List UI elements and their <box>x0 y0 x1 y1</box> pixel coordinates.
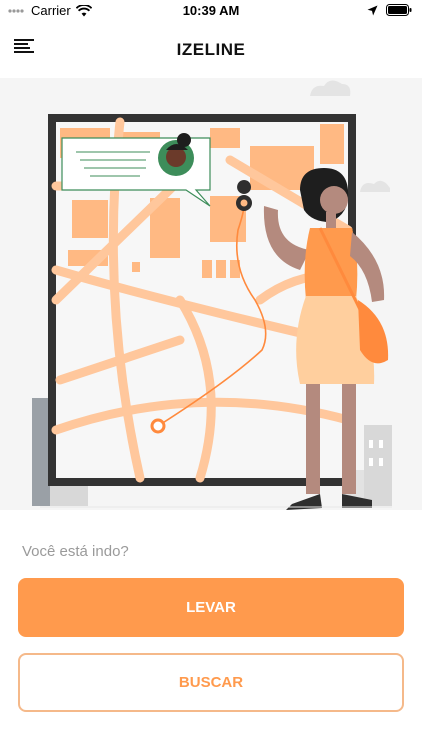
home-indicator-area <box>0 740 422 750</box>
levar-button-label: LEVAR <box>186 599 236 616</box>
status-time: 10:39 AM <box>182 3 240 18</box>
status-right <box>367 4 412 16</box>
question-text: Você está indo? <box>22 543 129 560</box>
route-start <box>150 418 166 434</box>
buscar-button[interactable]: BUSCAR <box>18 653 404 712</box>
status-bar: Carrier 10:39 AM <box>0 0 422 22</box>
page-title: IZELINE <box>176 40 246 59</box>
location-arrow-icon <box>367 5 378 15</box>
location-pin <box>237 180 252 194</box>
hero-illustration <box>0 78 422 510</box>
cloud-shape <box>360 180 390 192</box>
battery-icon <box>386 4 412 16</box>
cloud-shape <box>310 80 351 96</box>
nav-bar: IZELINE <box>0 22 422 78</box>
map-person-illustration <box>32 80 392 510</box>
levar-button[interactable]: LEVAR <box>18 578 404 637</box>
buscar-button-label: BUSCAR <box>178 674 244 691</box>
